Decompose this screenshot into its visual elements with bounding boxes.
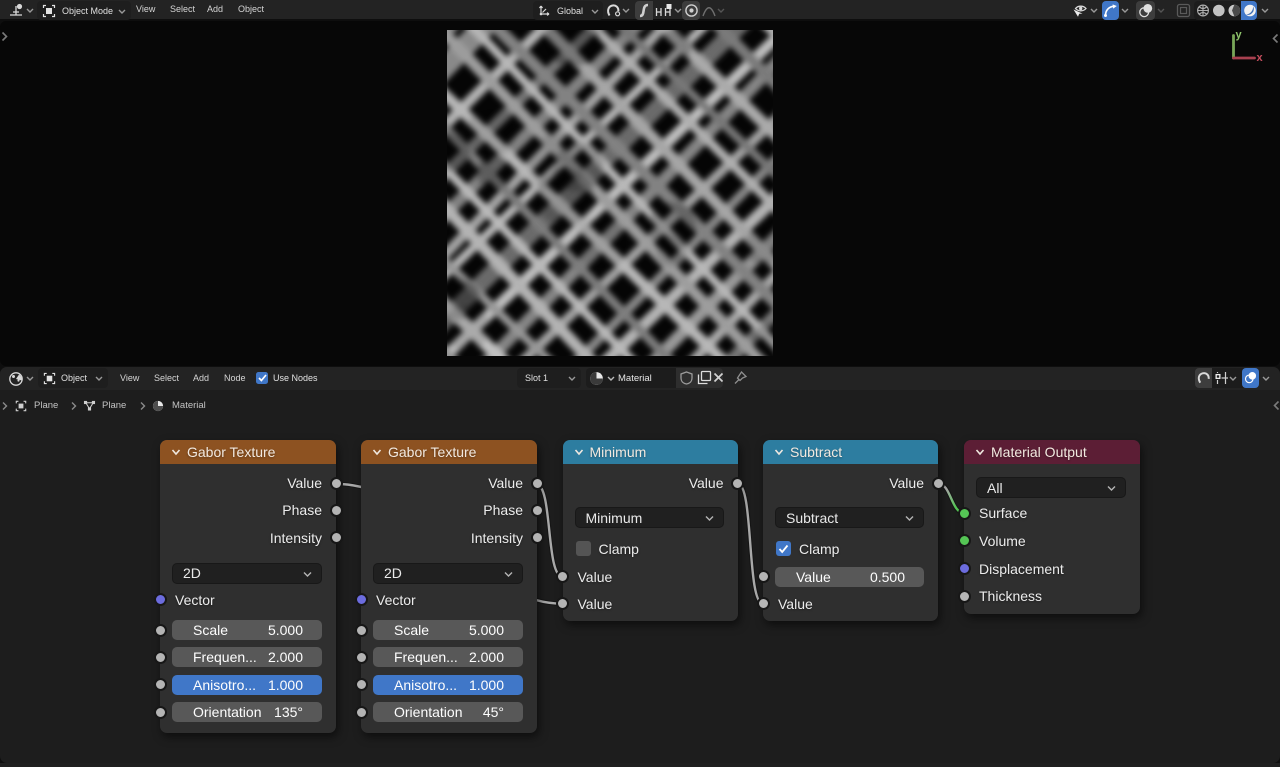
svg-text:y: y (1236, 29, 1243, 41)
svg-text:x: x (1257, 52, 1264, 64)
